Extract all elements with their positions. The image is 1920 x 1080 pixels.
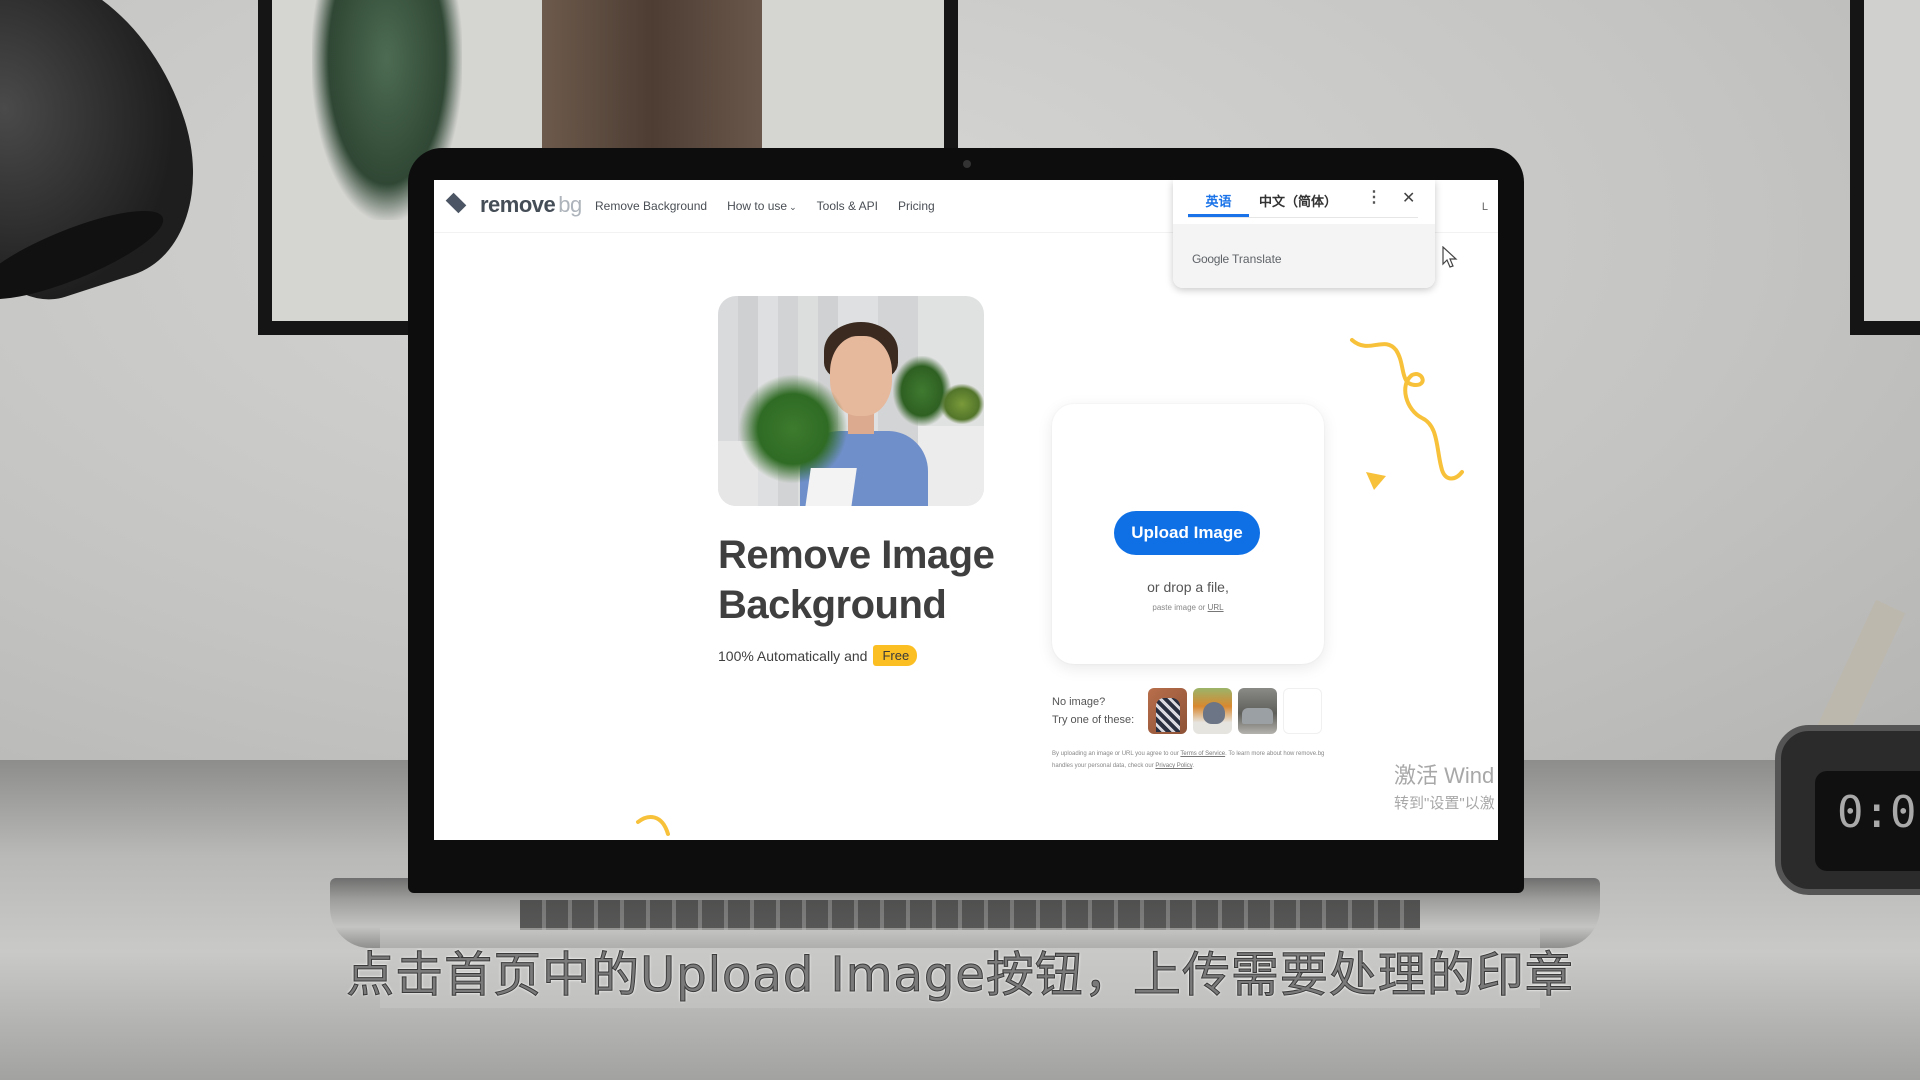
legal-notice: By uploading an image or URL you agree t… [1052, 751, 1325, 769]
translate-language-tabs: 英语 中文（简体） [1188, 180, 1418, 218]
url-link[interactable]: URL [1208, 603, 1224, 612]
privacy-policy-link[interactable]: Privacy Policy [1155, 763, 1192, 769]
sample-thumbnail-blank[interactable] [1283, 688, 1322, 734]
terms-of-service-link[interactable]: Terms of Service [1180, 751, 1225, 757]
more-options-icon[interactable]: ⋮ [1366, 187, 1382, 207]
sample-images-label: No image? Try one of these: [1052, 696, 1135, 726]
chevron-down-icon: ⌄ [789, 202, 797, 212]
sample-images: No image? Try one of these: [1052, 688, 1328, 734]
google-translate-brand[interactable]: Google Translate [1192, 252, 1282, 266]
hero-subtitle: 100% Automatically and Free [718, 645, 918, 666]
mouse-cursor-icon [1442, 246, 1458, 268]
tree-trunk [542, 0, 762, 160]
google-translate-popup: 英语 中文（简体） ⋮ ✕ Google Translate [1173, 180, 1435, 288]
layers-logo-icon [444, 192, 472, 219]
removebg-logo[interactable]: remove bg [444, 192, 582, 219]
free-badge: Free [873, 645, 918, 666]
video-subtitle: 点击首页中的Upload Image按钮，上传需要处理的印章 [346, 947, 1574, 1004]
hero-subtitle-text: 100% Automatically and [718, 647, 868, 664]
yellow-squiggle-decoration [1350, 338, 1464, 481]
browser-screen: remove bg Remove Background How to use ⌄ T… [434, 180, 1498, 840]
translate-footer: Google Translate [1173, 224, 1435, 288]
sample-thumbnail-person[interactable] [1148, 688, 1187, 734]
main-nav: Remove Background How to use ⌄ Tools & AP… [595, 199, 935, 213]
drop-file-text: or drop a file, [1147, 579, 1229, 595]
yellow-arc-decoration [636, 815, 670, 836]
hero-title: Remove Image Background [718, 533, 995, 627]
logo-text: remove bg [480, 192, 582, 217]
nav-how-to-use[interactable]: How to use ⌄ [727, 199, 797, 213]
windows-activation-watermark: 激活 Wind 转到"设置"以激 [1394, 763, 1495, 812]
tab-english[interactable]: 英语 [1188, 180, 1249, 217]
nav-tools-api[interactable]: Tools & API [817, 199, 878, 213]
upload-dropzone[interactable]: Upload Image or drop a file, paste image… [1052, 404, 1324, 664]
yellow-triangle-decoration [1366, 472, 1386, 490]
nav-remove-background[interactable]: Remove Background [595, 199, 707, 213]
close-icon[interactable]: ✕ [1402, 188, 1415, 208]
laptop-keyboard [520, 900, 1420, 930]
upload-image-button[interactable]: Upload Image [1114, 511, 1260, 555]
wall-picture-frame-right [1850, 0, 1920, 335]
alarm-clock: 0:0 [1775, 725, 1920, 895]
tab-chinese-simplified[interactable]: 中文（简体） [1249, 180, 1347, 217]
laptop-camera [963, 160, 971, 168]
paste-hint: paste image or URL [1152, 603, 1224, 612]
nav-login-partial[interactable]: L [1482, 201, 1488, 213]
hero-image-man-with-plant [718, 296, 984, 506]
clock-display: 0:0 [1815, 771, 1920, 871]
nav-pricing[interactable]: Pricing [898, 199, 935, 213]
sample-thumbnail-pigeon[interactable] [1193, 688, 1232, 734]
sample-thumbnail-car[interactable] [1238, 688, 1277, 734]
